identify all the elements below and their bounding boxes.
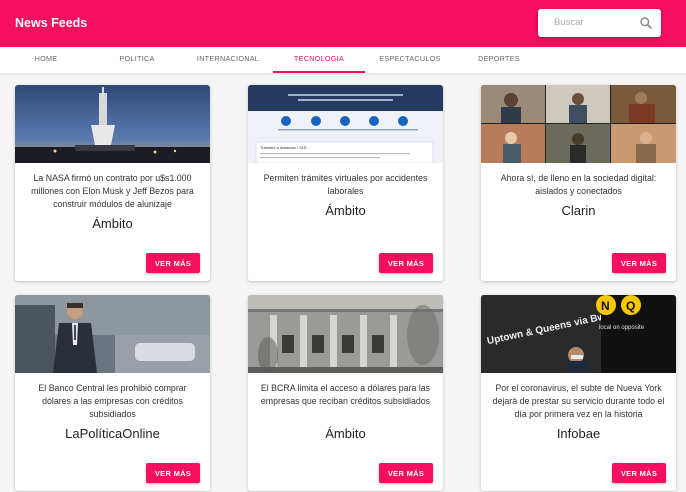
app-bar: News Feeds <box>0 0 686 47</box>
thumb-letter-n: N <box>601 299 610 313</box>
search-box[interactable] <box>538 9 661 37</box>
ver-mas-button[interactable]: VER MÁS <box>146 253 200 273</box>
news-image-banker[interactable] <box>15 295 210 373</box>
news-headline: La NASA firmó un contrato por u$s1.000 m… <box>31 173 194 209</box>
news-source: Infobae <box>556 426 601 441</box>
search-icon[interactable] <box>639 16 653 30</box>
tab-espectaculos[interactable]: ESPECTACULOS <box>364 47 456 73</box>
thumb-caption: Trámites a distancia / TAD <box>260 145 307 150</box>
thumb-sign-right: local on opposite <box>599 325 645 331</box>
ver-mas-button[interactable]: VER MÁS <box>379 463 433 483</box>
tab-home[interactable]: HOME <box>0 47 92 73</box>
news-headline: El Banco Central les prohibió comprar dó… <box>38 383 187 419</box>
ver-mas-button[interactable]: VER MÁS <box>612 463 666 483</box>
news-card: Trámites a distancia / TAD Permiten trám… <box>248 85 443 281</box>
news-image-rocket[interactable] <box>15 85 210 163</box>
tab-internacional[interactable]: INTERNACIONAL <box>182 47 274 73</box>
news-image-website[interactable]: Trámites a distancia / TAD <box>248 85 443 163</box>
tab-deportes[interactable]: DEPORTES <box>453 47 545 73</box>
thumb-letter-q: Q <box>626 299 635 313</box>
news-source: Clarin <box>561 203 596 218</box>
news-card: El Banco Central les prohibió comprar dó… <box>15 295 210 491</box>
app-title[interactable]: News Feeds <box>15 16 87 30</box>
news-card: Uptown & Queens via Bway Express N Q loc… <box>481 295 676 491</box>
news-source: Ámbito <box>92 216 133 231</box>
ver-mas-button[interactable]: VER MÁS <box>146 463 200 483</box>
ver-mas-button[interactable]: VER MÁS <box>379 253 433 273</box>
news-card: La NASA firmó un contrato por u$s1.000 m… <box>15 85 210 281</box>
news-source: LaPolíticaOnline <box>65 426 160 441</box>
category-tabs: HOME POLITICA INTERNACIONAL TECNOLOGIA E… <box>0 47 686 73</box>
search-input[interactable] <box>554 17 634 28</box>
news-source: Ámbito <box>325 426 366 441</box>
tab-tecnologia[interactable]: TECNOLOGIA <box>273 47 365 73</box>
news-headline: El BCRA limita el acceso a dólares para … <box>260 383 431 406</box>
news-image-building[interactable] <box>248 295 443 373</box>
news-card: Ahora sí, de lleno en la sociedad digita… <box>481 85 676 281</box>
ver-mas-button[interactable]: VER MÁS <box>612 253 666 273</box>
news-image-subway[interactable]: Uptown & Queens via Bway Express N Q loc… <box>481 295 676 373</box>
news-card: El BCRA limita el acceso a dólares para … <box>248 295 443 491</box>
news-headline: Permiten trámites virtuales por accident… <box>263 173 428 196</box>
news-headline: Por el coronavirus, el subte de Nueva Yo… <box>492 383 665 419</box>
news-source: Ámbito <box>325 203 366 218</box>
tab-politica[interactable]: POLITICA <box>91 47 183 73</box>
news-image-collage[interactable] <box>481 85 676 163</box>
news-headline: Ahora sí, de lleno en la sociedad digita… <box>500 173 657 196</box>
